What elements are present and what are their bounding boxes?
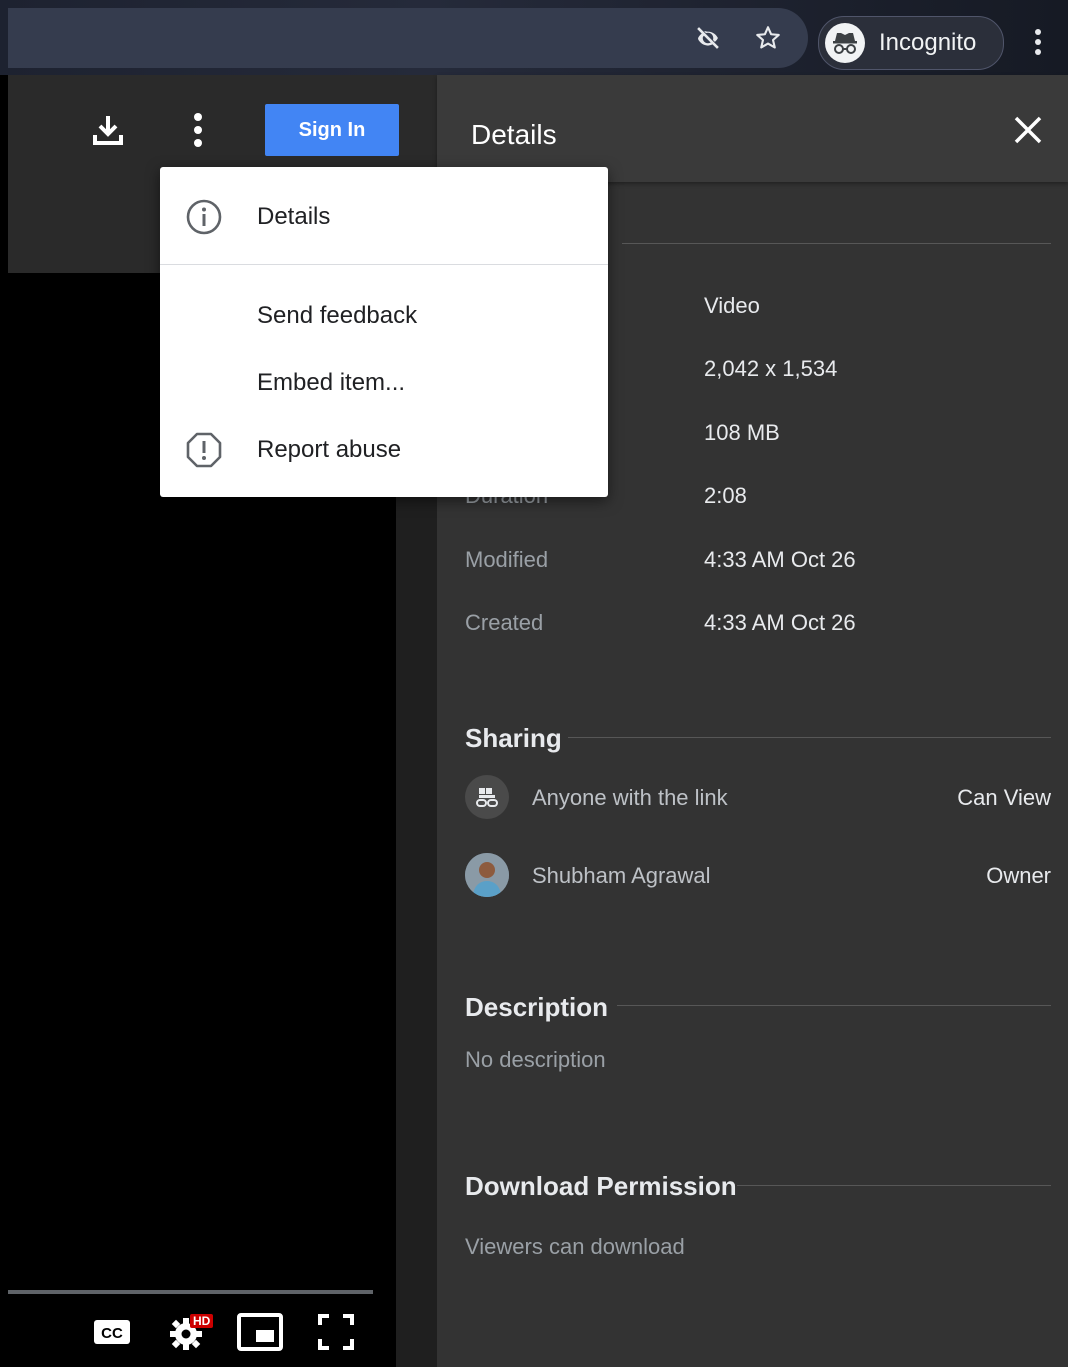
close-icon[interactable] — [1011, 113, 1045, 147]
sharing-title: Sharing — [465, 723, 562, 753]
menu-item-label: Report abuse — [257, 436, 402, 463]
closed-captions-icon[interactable]: CC — [92, 1310, 132, 1354]
download-permission-rule — [737, 1185, 1051, 1186]
row-value-created: 4:33 AM Oct 26 — [704, 610, 856, 635]
details-title: Details — [471, 119, 557, 150]
row-label-created: Created — [465, 610, 544, 635]
menu-item-label: Details — [257, 203, 331, 230]
download-permission-title: Download Permission — [465, 1171, 737, 1201]
settings-icon[interactable]: HD — [166, 1310, 216, 1354]
more-vertical-icon[interactable] — [184, 110, 212, 150]
description-text: No description — [465, 1047, 606, 1072]
report-icon — [185, 431, 223, 469]
incognito-profile-button[interactable]: Incognito — [818, 16, 1004, 70]
video-progress-bar[interactable] — [8, 1290, 373, 1294]
row-value-dimensions: 2,042 x 1,534 — [704, 356, 838, 381]
star-icon[interactable] — [754, 24, 782, 52]
share-entry-role: Owner — [986, 863, 1051, 888]
description-title: Description — [465, 992, 609, 1022]
address-bar[interactable] — [8, 8, 808, 68]
menu-item-label: Send feedback — [257, 302, 418, 329]
row-label-modified: Modified — [465, 547, 549, 572]
description-rule — [617, 1005, 1051, 1006]
profile-label: Incognito — [879, 29, 977, 56]
share-entry-role: Can View — [957, 785, 1051, 810]
general-section-rule — [622, 243, 1051, 244]
menu-item-send-feedback[interactable]: Send feedback — [160, 284, 608, 344]
eye-off-icon[interactable] — [694, 24, 722, 52]
share-entry-name: Shubham Agrawal — [532, 863, 711, 888]
sign-in-button[interactable]: Sign In — [265, 104, 399, 156]
menu-item-details[interactable]: Details — [160, 185, 608, 245]
menu-item-report-abuse[interactable]: Report abuse — [160, 418, 608, 478]
incognito-icon — [825, 23, 865, 63]
details-header: Details — [437, 75, 1068, 182]
row-value-duration: 2:08 — [704, 483, 747, 508]
svg-text:CC: CC — [101, 1325, 123, 1342]
fullscreen-icon[interactable] — [316, 1310, 356, 1354]
browser-toolbar: Incognito — [0, 0, 1068, 75]
more-actions-menu: Details Send feedback Embed item... Repo… — [160, 167, 608, 497]
avatar — [465, 853, 509, 897]
sharing-rule — [568, 737, 1051, 738]
menu-item-embed[interactable]: Embed item... — [160, 351, 608, 411]
hd-badge: HD — [190, 1314, 214, 1328]
download-icon[interactable] — [88, 110, 128, 150]
miniplayer-icon[interactable] — [236, 1310, 284, 1354]
row-value-type: Video — [704, 293, 760, 318]
more-vertical-icon[interactable] — [1028, 28, 1048, 56]
share-entry-name: Anyone with the link — [532, 785, 728, 810]
info-icon — [185, 198, 223, 236]
row-value-size: 108 MB — [704, 420, 780, 445]
menu-item-label: Embed item... — [257, 369, 406, 396]
menu-divider — [160, 264, 608, 265]
download-permission-text: Viewers can download — [465, 1234, 685, 1259]
row-value-modified: 4:33 AM Oct 26 — [704, 547, 856, 572]
link-icon — [465, 775, 509, 819]
